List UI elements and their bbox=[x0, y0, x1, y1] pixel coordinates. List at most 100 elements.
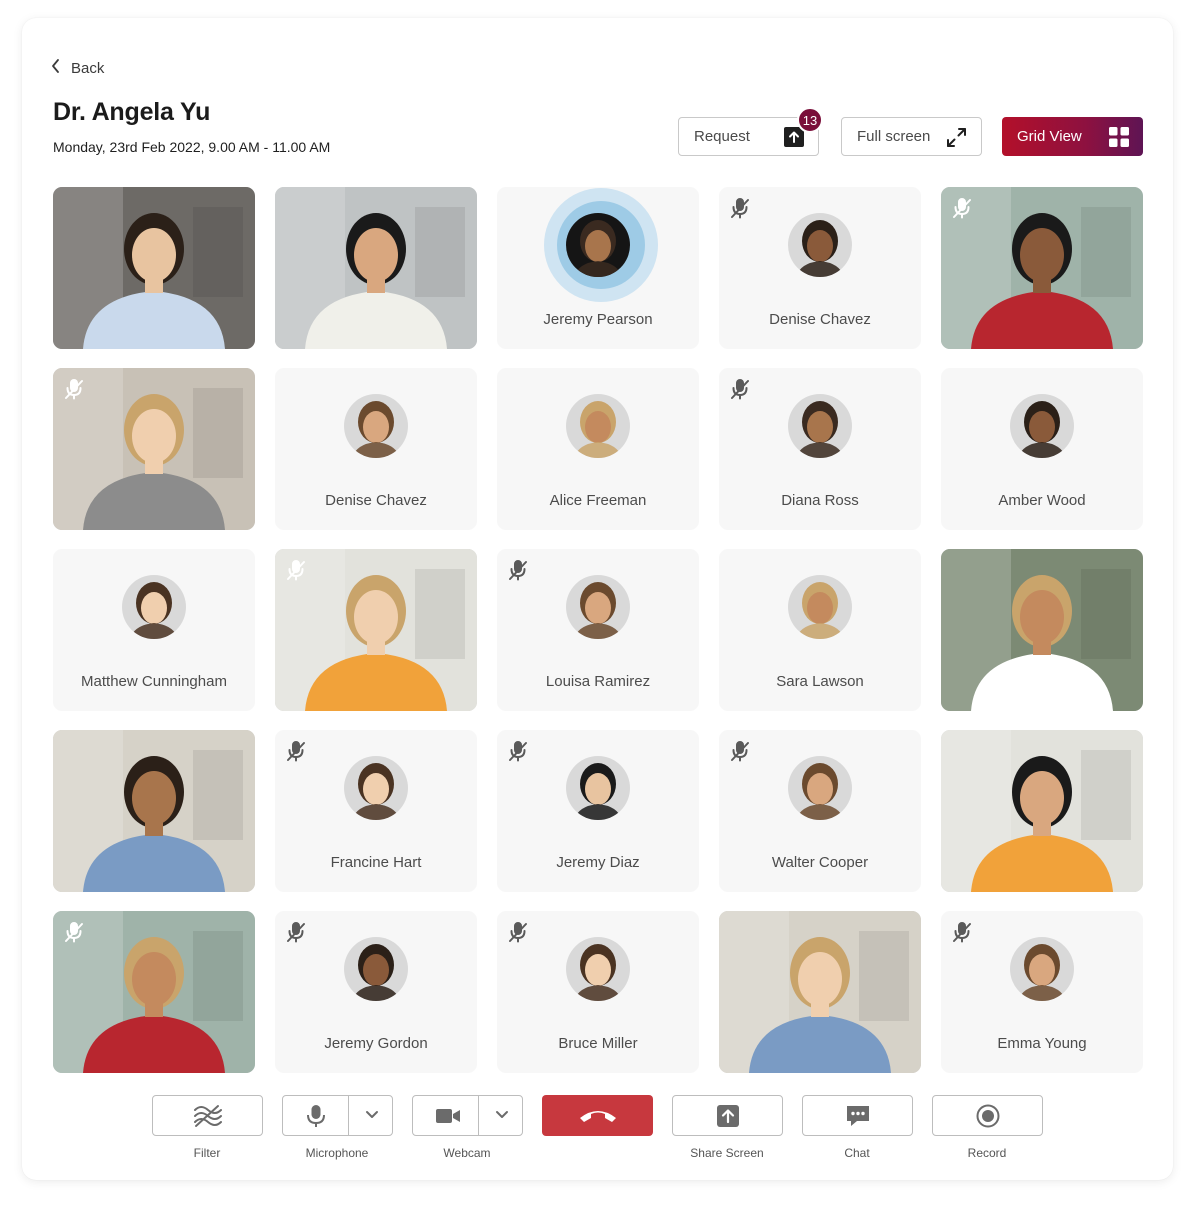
chevron-left-icon bbox=[50, 58, 62, 79]
participant-tile[interactable]: Bruce Miller bbox=[497, 911, 699, 1073]
chat-bubble-icon bbox=[845, 1104, 871, 1133]
video-tile[interactable] bbox=[719, 911, 921, 1073]
grid-view-label: Grid View bbox=[1017, 128, 1082, 145]
webcam-divider bbox=[478, 1096, 479, 1135]
participant-tile[interactable]: Walter Cooper bbox=[719, 730, 921, 892]
participant-name: Diana Ross bbox=[781, 492, 859, 509]
back-label: Back bbox=[71, 60, 105, 77]
phone-hangup-icon bbox=[578, 1107, 618, 1130]
chevron-down-icon[interactable] bbox=[365, 1108, 379, 1127]
chat-button[interactable] bbox=[802, 1095, 913, 1136]
participant-name: Sara Lawson bbox=[776, 673, 864, 690]
participant-tile[interactable]: Sara Lawson bbox=[719, 549, 921, 711]
avatar bbox=[788, 756, 852, 820]
request-label: Request bbox=[694, 128, 750, 145]
share-upload-icon bbox=[716, 1104, 740, 1133]
microphone-divider bbox=[348, 1096, 349, 1135]
upload-icon bbox=[784, 127, 804, 152]
participant-tile[interactable]: Denise Chavez bbox=[719, 187, 921, 349]
fullscreen-label: Full screen bbox=[857, 128, 931, 145]
webcam-label: Webcam bbox=[443, 1146, 491, 1160]
participant-tile[interactable]: Francine Hart bbox=[275, 730, 477, 892]
avatar bbox=[566, 756, 630, 820]
chat-label: Chat bbox=[844, 1146, 870, 1160]
participant-tile[interactable]: Jeremy Pearson bbox=[497, 187, 699, 349]
participant-tile[interactable]: Emma Young bbox=[941, 911, 1143, 1073]
back-button[interactable]: Back bbox=[50, 58, 104, 79]
video-tile[interactable] bbox=[53, 911, 255, 1073]
video-tile[interactable] bbox=[53, 730, 255, 892]
mic-muted-icon bbox=[507, 921, 529, 943]
participant-name: Alice Freeman bbox=[549, 492, 647, 509]
avatar bbox=[788, 394, 852, 458]
chevron-down-icon[interactable] bbox=[495, 1108, 509, 1127]
share-screen-button[interactable] bbox=[672, 1095, 783, 1136]
filter-label: Filter bbox=[193, 1146, 221, 1160]
mic-muted-icon bbox=[285, 921, 307, 943]
mic-muted-icon bbox=[285, 559, 307, 581]
grid-view-button[interactable]: Grid View bbox=[1002, 117, 1143, 156]
video-tile[interactable] bbox=[275, 187, 477, 349]
participant-name: Denise Chavez bbox=[769, 311, 871, 328]
participant-name: Walter Cooper bbox=[771, 854, 869, 871]
video-tile[interactable] bbox=[275, 549, 477, 711]
record-label: Record bbox=[967, 1146, 1007, 1160]
webcam-control[interactable] bbox=[412, 1095, 523, 1136]
record-icon bbox=[976, 1104, 1000, 1133]
video-tile[interactable] bbox=[941, 549, 1143, 711]
avatar bbox=[122, 575, 186, 639]
avatar bbox=[566, 937, 630, 1001]
participant-tile[interactable]: Louisa Ramirez bbox=[497, 549, 699, 711]
participant-tile[interactable]: Jeremy Gordon bbox=[275, 911, 477, 1073]
mic-muted-icon bbox=[63, 921, 85, 943]
participant-name: Jeremy Diaz bbox=[556, 854, 640, 871]
microphone-control[interactable] bbox=[282, 1095, 393, 1136]
participant-tile[interactable]: Denise Chavez bbox=[275, 368, 477, 530]
mic-muted-icon bbox=[285, 740, 307, 762]
participant-tile[interactable]: Amber Wood bbox=[941, 368, 1143, 530]
participant-tile[interactable]: Jeremy Diaz bbox=[497, 730, 699, 892]
fullscreen-button[interactable]: Full screen bbox=[841, 117, 982, 156]
participant-name: Bruce Miller bbox=[558, 1035, 638, 1052]
mic-muted-icon bbox=[951, 921, 973, 943]
participant-tile[interactable]: Diana Ross bbox=[719, 368, 921, 530]
avatar bbox=[788, 213, 852, 277]
participant-name: Amber Wood bbox=[998, 492, 1086, 509]
participant-name: Matthew Cunningham bbox=[81, 673, 227, 690]
filter-button[interactable] bbox=[152, 1095, 263, 1136]
participant-name: Jeremy Gordon bbox=[324, 1035, 428, 1052]
microphone-icon bbox=[305, 1104, 327, 1133]
avatar bbox=[1010, 394, 1074, 458]
request-count-badge: 13 bbox=[797, 107, 823, 133]
video-tile[interactable] bbox=[53, 187, 255, 349]
participant-name: Louisa Ramirez bbox=[545, 673, 651, 690]
microphone-label: Microphone bbox=[305, 1146, 369, 1160]
end-call-button[interactable] bbox=[542, 1095, 653, 1136]
avatar bbox=[566, 575, 630, 639]
video-tile[interactable] bbox=[941, 187, 1143, 349]
participant-name: Jeremy Pearson bbox=[543, 311, 653, 328]
expand-icon bbox=[946, 127, 967, 153]
avatar bbox=[566, 394, 630, 458]
share-screen-label: Share Screen bbox=[690, 1146, 764, 1160]
mic-muted-icon bbox=[951, 197, 973, 219]
mic-muted-icon bbox=[729, 740, 751, 762]
participant-name: Denise Chavez bbox=[325, 492, 427, 509]
mic-muted-icon bbox=[63, 378, 85, 400]
participant-tile[interactable]: Alice Freeman bbox=[497, 368, 699, 530]
avatar bbox=[344, 756, 408, 820]
grid-icon bbox=[1109, 127, 1129, 152]
mic-muted-icon bbox=[729, 197, 751, 219]
participant-tile[interactable]: Matthew Cunningham bbox=[53, 549, 255, 711]
avatar bbox=[788, 575, 852, 639]
avatar bbox=[1010, 937, 1074, 1001]
record-button[interactable] bbox=[932, 1095, 1043, 1136]
avatar bbox=[344, 394, 408, 458]
avatar bbox=[344, 937, 408, 1001]
filter-icon bbox=[192, 1104, 224, 1133]
mic-muted-icon bbox=[729, 378, 751, 400]
participant-name: Emma Young bbox=[997, 1035, 1087, 1052]
session-datetime: Monday, 23rd Feb 2022, 9.00 AM - 11.00 A… bbox=[53, 139, 331, 155]
video-tile[interactable] bbox=[941, 730, 1143, 892]
video-tile[interactable] bbox=[53, 368, 255, 530]
